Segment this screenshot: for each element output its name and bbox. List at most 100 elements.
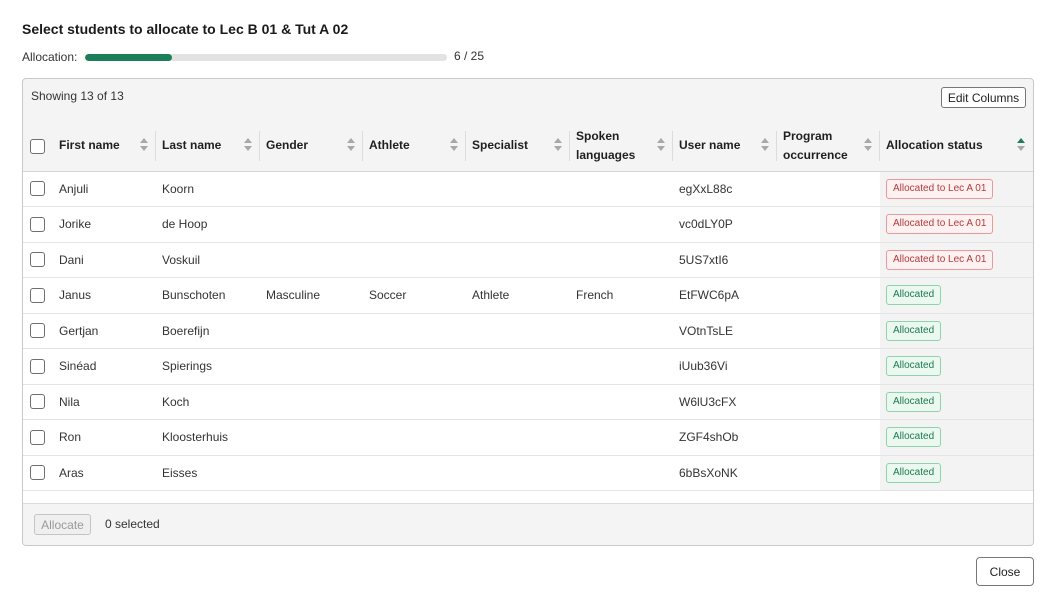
cell-athlete xyxy=(363,242,466,278)
showing-count: Showing 13 of 13 xyxy=(31,89,124,103)
column-header-gender[interactable]: Gender xyxy=(260,121,363,172)
cell-athlete xyxy=(363,171,466,207)
row-select-cell xyxy=(23,455,53,491)
cell-first-name: Janus xyxy=(53,277,156,314)
table-header-row: First name Last name Gender Athlete Spec… xyxy=(23,121,1033,172)
cell-gender xyxy=(260,313,363,349)
row-checkbox[interactable] xyxy=(30,465,45,481)
cell-athlete xyxy=(363,206,466,243)
table-footer: Allocate 0 selected xyxy=(23,503,1033,545)
row-checkbox[interactable] xyxy=(30,252,45,268)
cell-last-name: Koch xyxy=(156,384,260,420)
allocate-students-dialog: Select students to allocate to Lec B 01 … xyxy=(0,0,1055,604)
cell-gender xyxy=(260,419,363,456)
cell-allocation-status: Allocated xyxy=(880,348,1033,385)
cell-first-name: Sinéad xyxy=(53,348,156,385)
status-badge: Allocated to Lec A 01 xyxy=(886,249,994,270)
table-row[interactable]: Janus Bunschoten Masculine Soccer Athlete Fre… xyxy=(23,277,1033,314)
status-badge: Allocated xyxy=(886,427,942,448)
column-header-allocation-status[interactable]: Allocation status xyxy=(880,121,1033,172)
column-header-first-name[interactable]: First name xyxy=(53,121,156,172)
cell-athlete xyxy=(363,455,466,491)
table-row[interactable]: Jorike de Hoop vc0dLY0P Allocated to Lec A … xyxy=(23,206,1033,243)
cell-first-name: Ron xyxy=(53,419,156,456)
table-row[interactable]: Anjuli Koorn egXxL88c Allocated to Lec A 01 xyxy=(23,171,1033,207)
cell-user-name: vc0dLY0P xyxy=(673,206,777,243)
select-all-checkbox[interactable] xyxy=(30,138,45,154)
students-table-panel: Showing 13 of 13 Edit Columns First name… xyxy=(22,78,1034,546)
dialog-title: Select students to allocate to Lec B 01 … xyxy=(22,21,349,37)
cell-gender xyxy=(260,171,363,207)
cell-gender xyxy=(260,206,363,243)
row-checkbox[interactable] xyxy=(30,181,45,197)
cell-gender: Masculine xyxy=(260,277,363,314)
column-header-label: Spoken languages xyxy=(576,128,636,162)
column-header-label: Specialist xyxy=(472,138,529,153)
row-checkbox[interactable] xyxy=(30,429,45,445)
status-badge: Allocated xyxy=(886,356,942,377)
row-select-cell xyxy=(23,206,53,243)
sort-icon xyxy=(347,138,355,152)
row-checkbox[interactable] xyxy=(30,323,45,339)
cell-specialist xyxy=(466,455,570,491)
table-row[interactable]: Sinéad Spierings iUub36Vi Allocated xyxy=(23,348,1033,385)
cell-athlete: Soccer xyxy=(363,277,466,314)
cell-first-name: Gertjan xyxy=(53,313,156,349)
table-row[interactable]: Aras Eisses 6bBsXoNK Allocated xyxy=(23,455,1033,491)
cell-first-name: Aras xyxy=(53,455,156,491)
column-header-last-name[interactable]: Last name xyxy=(156,121,260,172)
row-checkbox[interactable] xyxy=(30,216,45,232)
sort-icon xyxy=(864,138,872,152)
column-header-athlete[interactable]: Athlete xyxy=(363,121,466,172)
table-row[interactable]: Gertjan Boerefijn VOtnTsLE Allocated xyxy=(23,313,1033,349)
cell-specialist: Athlete xyxy=(466,277,570,314)
allocation-progress-bar xyxy=(85,54,447,61)
sort-icon xyxy=(657,138,665,152)
row-checkbox[interactable] xyxy=(30,358,45,374)
cell-allocation-status: Allocated to Lec A 01 xyxy=(880,171,1033,207)
column-header-label: Gender xyxy=(266,138,309,153)
select-all-cell xyxy=(23,121,53,172)
cell-spoken-languages xyxy=(570,242,673,278)
column-header-specialist[interactable]: Specialist xyxy=(466,121,570,172)
column-header-label: Allocation status xyxy=(886,138,983,153)
cell-spoken-languages xyxy=(570,384,673,420)
row-checkbox[interactable] xyxy=(30,287,45,303)
cell-last-name: Koorn xyxy=(156,171,260,207)
column-header-user-name[interactable]: User name xyxy=(673,121,777,172)
allocate-button[interactable]: Allocate xyxy=(34,514,91,535)
students-table-scroll[interactable]: First name Last name Gender Athlete Spec… xyxy=(23,121,1033,503)
close-button[interactable]: Close xyxy=(976,557,1034,586)
cell-last-name: Eisses xyxy=(156,455,260,491)
edit-columns-button[interactable]: Edit Columns xyxy=(941,87,1026,108)
cell-spoken-languages xyxy=(570,171,673,207)
cell-gender xyxy=(260,242,363,278)
cell-first-name: Nila xyxy=(53,384,156,420)
cell-last-name: Voskuil xyxy=(156,242,260,278)
cell-spoken-languages xyxy=(570,348,673,385)
cell-program-occurrence xyxy=(777,313,880,349)
cell-allocation-status: Allocated to Lec A 01 xyxy=(880,242,1033,278)
status-badge: Allocated xyxy=(886,285,942,306)
cell-allocation-status: Allocated xyxy=(880,419,1033,456)
cell-spoken-languages xyxy=(570,206,673,243)
row-checkbox[interactable] xyxy=(30,394,45,410)
sort-icon xyxy=(140,138,148,152)
column-header-spoken-languages[interactable]: Spoken languages xyxy=(570,121,673,172)
status-badge: Allocated xyxy=(886,391,942,412)
column-header-program-occurrence[interactable]: Program occurrence xyxy=(777,121,880,172)
cell-user-name: VOtnTsLE xyxy=(673,313,777,349)
row-select-cell xyxy=(23,419,53,456)
cell-last-name: de Hoop xyxy=(156,206,260,243)
table-row[interactable]: Dani Voskuil 5US7xtI6 Allocated to Lec A 01 xyxy=(23,242,1033,278)
cell-first-name: Anjuli xyxy=(53,171,156,207)
cell-gender xyxy=(260,384,363,420)
cell-spoken-languages xyxy=(570,419,673,456)
table-row[interactable]: Ron Kloosterhuis ZGF4shOb Allocated xyxy=(23,419,1033,456)
cell-last-name: Spierings xyxy=(156,348,260,385)
cell-first-name: Jorike xyxy=(53,206,156,243)
table-row[interactable]: Nila Koch W6lU3cFX Allocated xyxy=(23,384,1033,420)
cell-athlete xyxy=(363,348,466,385)
column-header-label: Program occurrence xyxy=(783,128,848,162)
row-select-cell xyxy=(23,348,53,385)
